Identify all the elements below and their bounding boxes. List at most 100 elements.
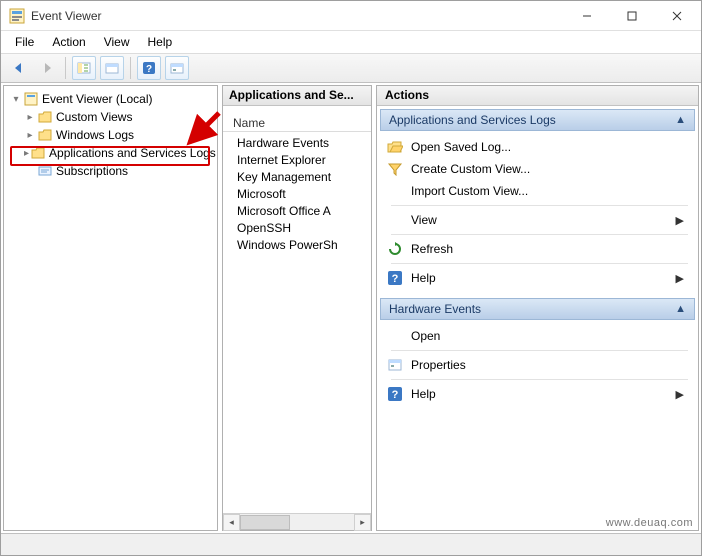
- tree: ▾ Event Viewer (Local) ▸ Custom Views ▸ …: [4, 86, 217, 184]
- window-title: Event Viewer: [31, 9, 564, 23]
- expand-icon[interactable]: ▸: [24, 148, 29, 159]
- action-help[interactable]: ? Help ▶: [385, 267, 694, 289]
- statusbar: [1, 533, 701, 555]
- blank-icon: [387, 212, 403, 228]
- properties-button[interactable]: [165, 56, 189, 80]
- svg-text:?: ?: [392, 273, 399, 285]
- action-label: Create Custom View...: [411, 162, 694, 176]
- list-item[interactable]: OpenSSH: [237, 221, 371, 238]
- blank-icon: [387, 328, 403, 344]
- watermark: www.deuaq.com: [606, 517, 693, 529]
- menu-help[interactable]: Help: [140, 33, 181, 51]
- toolbar-separator: [130, 57, 131, 79]
- refresh-icon: [387, 241, 403, 257]
- action-open-saved-log[interactable]: Open Saved Log...: [385, 136, 694, 158]
- action-label: Help: [411, 387, 668, 401]
- separator: [391, 350, 688, 351]
- separator: [391, 263, 688, 264]
- tree-item-label: Custom Views: [54, 110, 134, 124]
- tree-item-label: Subscriptions: [54, 164, 130, 178]
- tree-item-app-services-logs[interactable]: ▸ Applications and Services Logs: [6, 144, 215, 162]
- action-view-submenu[interactable]: View ▶: [385, 209, 694, 231]
- filter-icon: [387, 161, 403, 177]
- separator: [391, 379, 688, 380]
- action-label: Open Saved Log...: [411, 140, 694, 154]
- close-button[interactable]: [654, 2, 699, 30]
- action-label: Help: [411, 271, 668, 285]
- open-folder-icon: [387, 139, 403, 155]
- collapse-icon[interactable]: ▾: [10, 94, 22, 105]
- action-create-custom-view[interactable]: Create Custom View...: [385, 158, 694, 180]
- blank-icon: [387, 183, 403, 199]
- help-button[interactable]: ?: [137, 56, 161, 80]
- action-import-custom-view[interactable]: Import Custom View...: [385, 180, 694, 202]
- help-icon: ?: [387, 386, 403, 402]
- menu-action[interactable]: Action: [44, 33, 93, 51]
- list-item[interactable]: Microsoft: [237, 187, 371, 204]
- collapse-icon[interactable]: ▲: [675, 303, 686, 315]
- list-item[interactable]: Key Management: [237, 170, 371, 187]
- column-header-name[interactable]: Name: [223, 112, 371, 132]
- menu-file[interactable]: File: [7, 33, 42, 51]
- separator: [391, 205, 688, 206]
- actions-group-2: Open Properties ? Help ▶: [377, 323, 698, 411]
- export-button[interactable]: [100, 56, 124, 80]
- help-icon: ?: [387, 270, 403, 286]
- actions-panel: Actions Applications and Services Logs ▲…: [376, 85, 699, 531]
- expand-icon[interactable]: ▸: [24, 130, 36, 141]
- action-group-header-logs[interactable]: Applications and Services Logs ▲: [380, 109, 695, 131]
- minimize-button[interactable]: [564, 2, 609, 30]
- svg-text:?: ?: [146, 64, 152, 75]
- show-hide-tree-button[interactable]: [72, 56, 96, 80]
- tree-root-label: Event Viewer (Local): [40, 92, 155, 106]
- scroll-right-button[interactable]: ▸: [354, 514, 371, 531]
- action-label: Refresh: [411, 242, 694, 256]
- tree-item-windows-logs[interactable]: ▸ Windows Logs: [6, 126, 215, 144]
- scroll-left-button[interactable]: ◂: [223, 514, 240, 531]
- collapse-icon[interactable]: ▲: [675, 114, 686, 126]
- list-item[interactable]: Windows PowerSh: [237, 238, 371, 255]
- body: ▾ Event Viewer (Local) ▸ Custom Views ▸ …: [1, 83, 701, 533]
- tree-root[interactable]: ▾ Event Viewer (Local): [6, 90, 215, 108]
- action-help-2[interactable]: ? Help ▶: [385, 383, 694, 405]
- list-item[interactable]: Hardware Events: [237, 136, 371, 153]
- properties-icon: [387, 357, 403, 373]
- list: Hardware Events Internet Explorer Key Ma…: [223, 132, 371, 255]
- toolbar-separator: [65, 57, 66, 79]
- list-panel: Applications and Se... Name Hardware Eve…: [222, 85, 372, 531]
- action-group-label: Hardware Events: [389, 302, 481, 316]
- separator: [391, 234, 688, 235]
- submenu-arrow-icon: ▶: [676, 388, 694, 401]
- folder-icon: [31, 147, 45, 159]
- action-label: Properties: [411, 358, 694, 372]
- expand-icon[interactable]: ▸: [24, 112, 36, 123]
- list-item[interactable]: Microsoft Office A: [237, 204, 371, 221]
- toolbar: ?: [1, 53, 701, 83]
- action-group-header-hardware[interactable]: Hardware Events ▲: [380, 298, 695, 320]
- actions-group-1: Open Saved Log... Create Custom View... …: [377, 134, 698, 295]
- action-open[interactable]: Open: [385, 325, 694, 347]
- menu-view[interactable]: View: [96, 33, 138, 51]
- horizontal-scrollbar[interactable]: ◂ ▸: [223, 513, 371, 530]
- action-label: Import Custom View...: [411, 184, 694, 198]
- action-properties[interactable]: Properties: [385, 354, 694, 376]
- back-button[interactable]: [7, 56, 31, 80]
- submenu-arrow-icon: ▶: [676, 214, 694, 227]
- forward-button[interactable]: [35, 56, 59, 80]
- list-item[interactable]: Internet Explorer: [237, 153, 371, 170]
- tree-panel: ▾ Event Viewer (Local) ▸ Custom Views ▸ …: [3, 85, 218, 531]
- titlebar: Event Viewer: [1, 1, 701, 31]
- tree-item-subscriptions[interactable]: Subscriptions: [6, 162, 215, 180]
- action-label: View: [411, 213, 668, 227]
- tree-item-label: Applications and Services Logs: [47, 146, 218, 160]
- maximize-button[interactable]: [609, 2, 654, 30]
- action-refresh[interactable]: Refresh: [385, 238, 694, 260]
- subscriptions-icon: [38, 165, 52, 177]
- app-icon: [9, 8, 25, 24]
- folder-icon: [38, 111, 52, 123]
- actions-title: Actions: [377, 86, 698, 106]
- window-buttons: [564, 2, 699, 30]
- submenu-arrow-icon: ▶: [676, 272, 694, 285]
- scroll-thumb[interactable]: [240, 515, 290, 530]
- tree-item-custom-views[interactable]: ▸ Custom Views: [6, 108, 215, 126]
